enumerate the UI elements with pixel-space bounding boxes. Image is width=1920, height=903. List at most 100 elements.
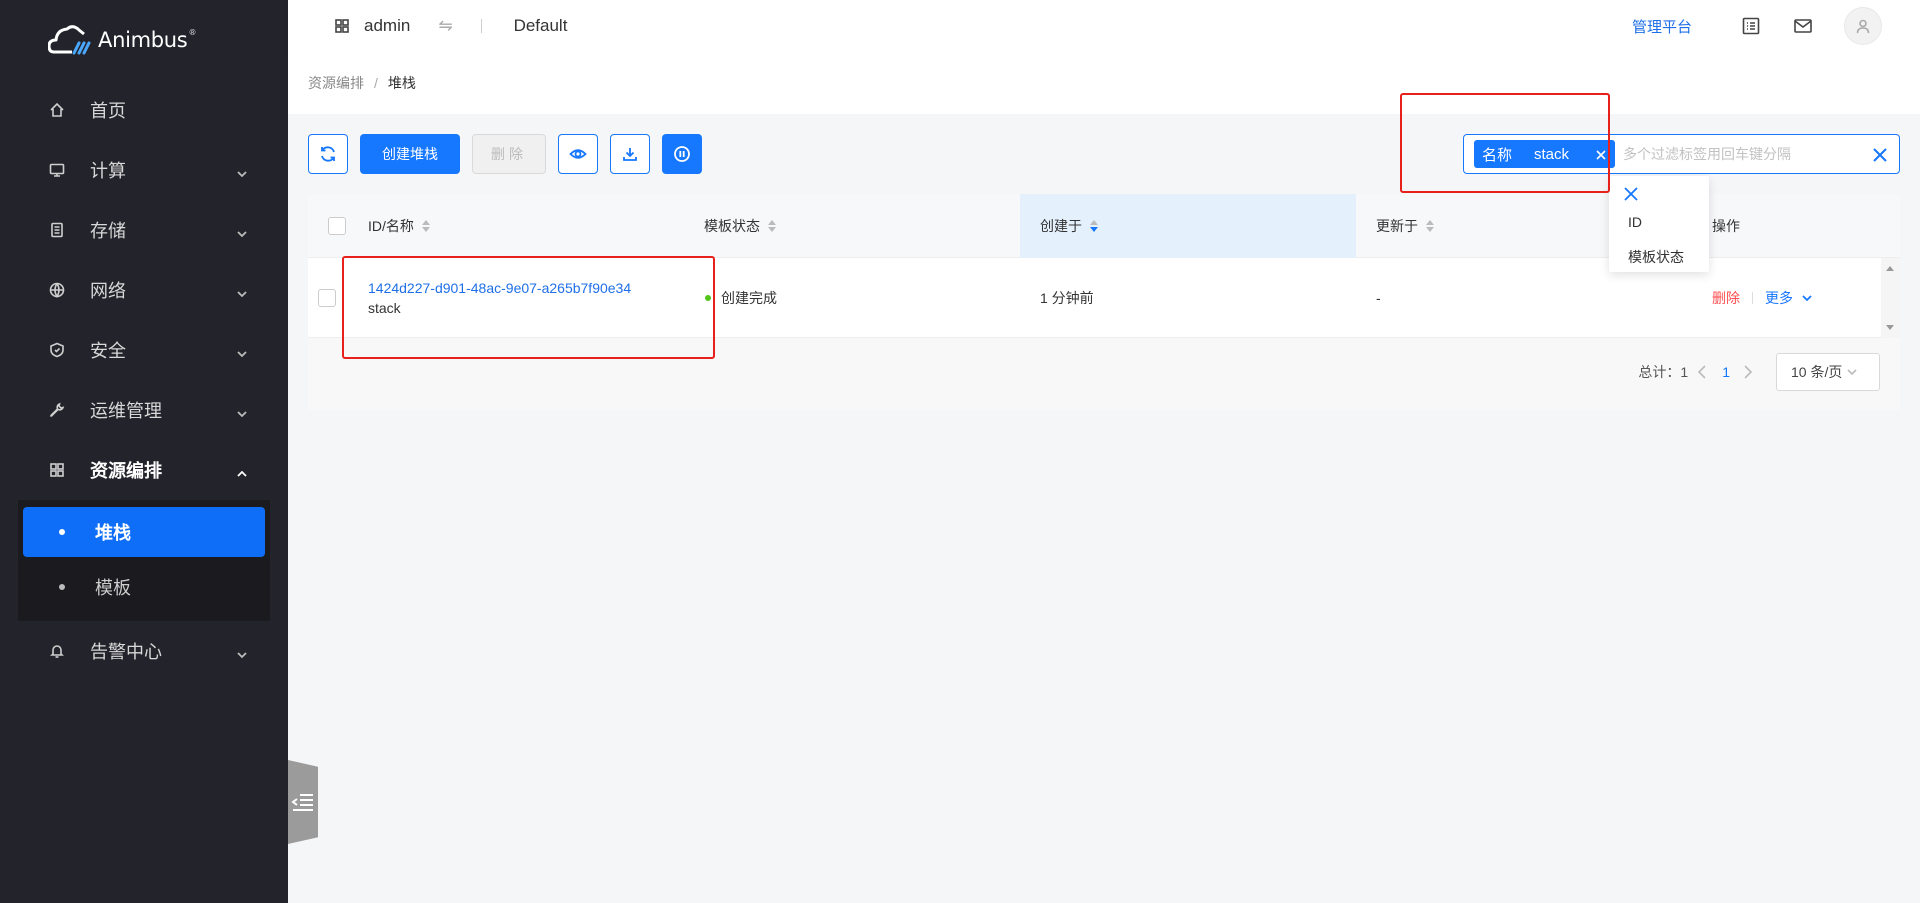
toolbar: 创建堆栈 删除 [308, 134, 714, 174]
avatar[interactable] [1844, 7, 1882, 45]
list-doc-icon[interactable] [1740, 15, 1762, 37]
bell-icon [48, 642, 66, 660]
filter-dropdown: ID 模板状态 [1609, 176, 1709, 272]
action-divider [1752, 292, 1753, 304]
orchestration-submenu: 堆栈 模板 [18, 500, 270, 621]
column-header-created[interactable]: 创建于 [1040, 194, 1098, 258]
prev-page-icon[interactable] [1696, 365, 1710, 379]
chevron-down-icon [236, 284, 248, 298]
pause-button[interactable] [662, 134, 702, 174]
column-header-template-status[interactable]: 模板状态 [704, 194, 776, 258]
total-count: 总计：1 [1638, 364, 1689, 380]
breadcrumb-parent[interactable]: 资源编排 [308, 73, 364, 93]
row-created-cell: 1 分钟前 [1040, 290, 1094, 306]
sidebar-item-alerts[interactable]: 告警中心 [0, 621, 288, 681]
sort-icon[interactable] [768, 220, 776, 232]
pause-icon [674, 146, 690, 162]
stack-name: stack [368, 300, 401, 316]
swap-icon[interactable]: ⇋ [438, 16, 452, 36]
row-more-dropdown[interactable]: 更多 [1765, 288, 1813, 308]
sidebar-item-storage[interactable]: 存储 [0, 200, 288, 260]
sort-desc-icon[interactable] [1090, 220, 1098, 232]
sidebar-item-network[interactable]: 网络 [0, 260, 288, 320]
next-page-icon[interactable] [1742, 365, 1756, 379]
sidebar-subitem-template[interactable]: 模板 [23, 562, 265, 612]
sidebar-item-orchestration[interactable]: 资源编排 [0, 440, 288, 500]
admin-platform-link[interactable]: 管理平台 [1632, 16, 1692, 37]
clear-icon[interactable] [1871, 146, 1889, 164]
search-input[interactable] [1623, 146, 1874, 162]
download-button[interactable] [610, 134, 650, 174]
column-header-actions: 操作 [1712, 218, 1740, 234]
home-icon [48, 101, 66, 119]
close-icon[interactable] [1595, 148, 1607, 160]
page-number[interactable]: 1 [1722, 364, 1730, 380]
column-header-id-name[interactable]: ID/名称 [368, 194, 430, 258]
breadcrumb-separator: / [374, 75, 378, 91]
row-actions-cell: 删除 更多 [1712, 258, 1813, 338]
brand-name: Animbus® [98, 28, 197, 52]
sidebar-item-label: 计算 [90, 161, 126, 181]
row-checkbox[interactable] [318, 289, 336, 307]
sidebar-item-label: 告警中心 [90, 642, 162, 662]
top-header: admin ⇋ Default 管理平台 [288, 0, 1920, 52]
select-all-checkbox[interactable] [328, 217, 346, 235]
filter-tag-value: stack [1534, 145, 1570, 163]
delete-button[interactable]: 删除 [472, 134, 546, 174]
cloud-logo-icon [48, 25, 91, 55]
sort-icon[interactable] [421, 220, 430, 232]
breadcrumb-bar: 资源编排 / 堆栈 [288, 52, 1920, 114]
dropdown-option-id[interactable]: ID [1628, 214, 1642, 230]
mail-icon[interactable] [1792, 15, 1814, 37]
filter-search-box[interactable]: 名称 stack [1463, 134, 1900, 174]
wrench-icon [48, 401, 66, 419]
sidebar-subitem-label: 堆栈 [95, 523, 131, 543]
select-all-cell [328, 194, 346, 258]
stack-id-link[interactable]: 1424d227-d901-48ac-9e07-a265b7f90e34 [368, 280, 631, 296]
breadcrumb: 资源编排 / 堆栈 [308, 73, 416, 93]
status-dot-icon [705, 295, 711, 301]
row-updated-cell: - [1376, 290, 1381, 306]
chevron-down-icon [236, 164, 248, 178]
create-stack-button[interactable]: 创建堆栈 [360, 134, 460, 174]
sidebar-item-security[interactable]: 安全 [0, 320, 288, 380]
sidebar-item-compute[interactable]: 计算 [0, 140, 288, 200]
header-actions: 管理平台 [1632, 0, 1920, 52]
filter-tag[interactable]: 名称 stack [1474, 140, 1616, 168]
row-delete-link[interactable]: 删除 [1712, 288, 1740, 308]
chevron-down-icon [236, 344, 248, 358]
sidebar-item-ops[interactable]: 运维管理 [0, 380, 288, 440]
refresh-icon [321, 146, 335, 162]
sidebar-subitem-stack[interactable]: 堆栈 [23, 507, 265, 557]
view-button[interactable] [558, 134, 598, 174]
scroll-down-icon[interactable] [1886, 325, 1894, 330]
eye-icon [569, 149, 587, 159]
bullet-icon [59, 529, 65, 535]
close-icon[interactable] [1623, 186, 1639, 202]
current-project[interactable]: Default [514, 16, 568, 36]
header-divider [480, 19, 482, 33]
column-header-updated[interactable]: 更新于 [1376, 194, 1434, 258]
page-size-select[interactable]: 10 条/页 [1776, 353, 1880, 391]
refresh-button[interactable] [308, 134, 348, 174]
collapse-menu-icon [291, 794, 313, 811]
sort-icon[interactable] [1426, 220, 1434, 232]
sidebar-subitem-label: 模板 [95, 578, 131, 598]
shield-icon [48, 341, 66, 359]
breadcrumb-current: 堆栈 [387, 75, 416, 91]
scroll-up-icon[interactable] [1886, 266, 1894, 271]
sidebar-collapse-toggle[interactable] [288, 760, 318, 844]
user-switcher[interactable]: admin ⇋ Default [334, 16, 567, 36]
user-icon [1856, 19, 1870, 34]
sidebar-item-label: 安全 [90, 341, 126, 361]
table-scrollbar[interactable] [1881, 258, 1900, 338]
dropdown-option-template-status[interactable]: 模板状态 [1628, 247, 1684, 267]
brand-logo[interactable]: Animbus® [48, 22, 196, 58]
sidebar-item-label: 首页 [90, 101, 126, 121]
chevron-down-icon [1847, 369, 1857, 376]
pagination: 总计：1 1 10 条/页 [1638, 353, 1880, 391]
sidebar: Animbus® 首页 计算 存储 网络 安全 运维管理 资源编排 堆栈 模板 … [0, 0, 288, 903]
status-text: 创建完成 [721, 290, 777, 306]
row-status-cell: 创建完成 [705, 258, 777, 338]
sidebar-item-home[interactable]: 首页 [0, 80, 288, 140]
